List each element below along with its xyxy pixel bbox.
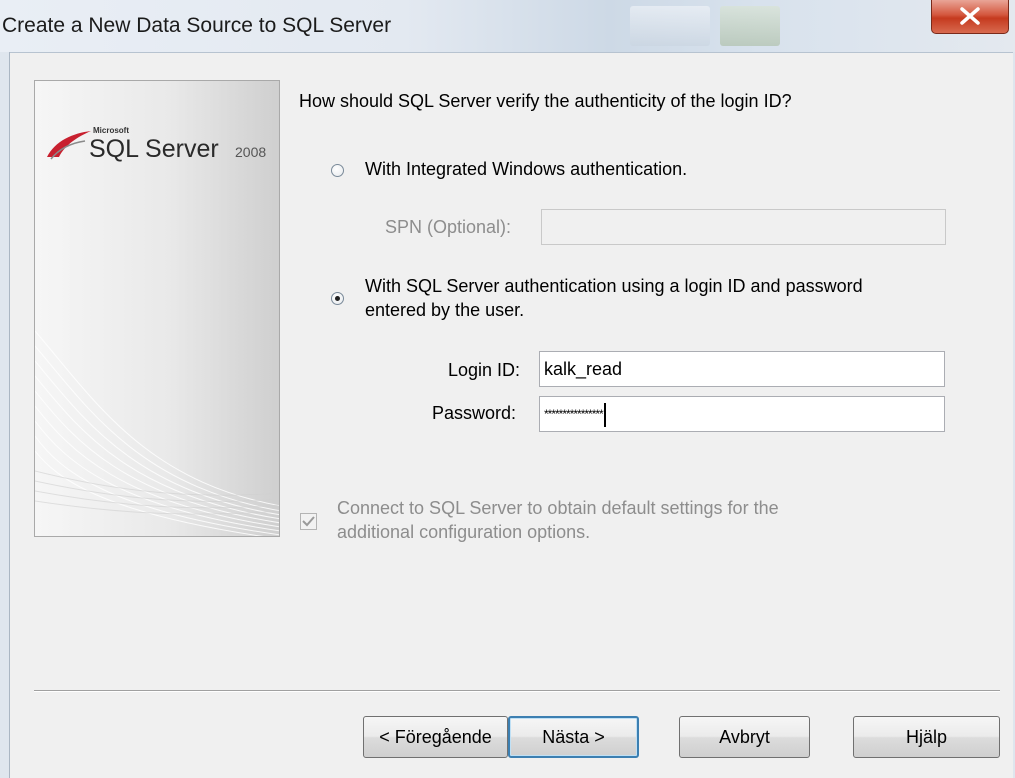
cancel-button[interactable]: Avbryt xyxy=(679,716,810,758)
connect-label-line2[interactable]: additional configuration options. xyxy=(337,522,590,543)
auth-question: How should SQL Server verify the authent… xyxy=(299,91,792,111)
title-bar-glass-1 xyxy=(630,6,710,46)
logo-microsoft-text: Microsoft xyxy=(93,126,129,135)
sql-server-logo-icon xyxy=(47,131,91,157)
integrated-auth-label[interactable]: With Integrated Windows authentication. xyxy=(365,159,687,180)
spn-input[interactable] xyxy=(541,209,946,245)
title-bar-glass-2 xyxy=(720,6,780,46)
button-separator xyxy=(34,690,1000,692)
title-bar: Create a New Data Source to SQL Server xyxy=(0,0,1015,53)
next-button[interactable]: Nästa > xyxy=(508,716,639,758)
password-value: **************** xyxy=(544,407,604,421)
text-cursor xyxy=(603,403,606,428)
login-id-label: Login ID: xyxy=(448,360,521,380)
close-icon xyxy=(960,7,980,25)
integrated-auth-radio[interactable] xyxy=(331,164,344,177)
logo-product-text: SQL Server xyxy=(89,135,219,163)
back-button[interactable]: < Föregående xyxy=(363,716,508,758)
password-label: Password: xyxy=(432,403,517,423)
close-button[interactable] xyxy=(931,0,1009,34)
logo-version-text: 2008 xyxy=(235,144,266,160)
login-id-input[interactable]: kalk_read xyxy=(539,351,945,387)
spn-label: SPN (Optional): xyxy=(385,217,512,237)
help-button[interactable]: Hjälp xyxy=(853,716,1000,758)
connect-checkbox[interactable] xyxy=(300,513,317,530)
sql-auth-label-line1[interactable]: With SQL Server authentication using a l… xyxy=(365,276,863,297)
login-id-value: kalk_read xyxy=(544,359,623,379)
window-frame-left xyxy=(0,52,10,778)
sql-server-logo: Microsoft SQL Server 2008 xyxy=(45,119,279,174)
sql-auth-label-line2[interactable]: entered by the user. xyxy=(365,300,524,321)
password-input[interactable]: **************** xyxy=(539,396,945,432)
sql-server-banner: Microsoft SQL Server 2008 xyxy=(34,80,280,537)
window-title: Create a New Data Source to SQL Server xyxy=(2,14,392,37)
connect-label-line1[interactable]: Connect to SQL Server to obtain default … xyxy=(337,498,779,519)
checkmark-icon xyxy=(302,516,315,527)
sql-auth-radio[interactable] xyxy=(331,292,344,305)
